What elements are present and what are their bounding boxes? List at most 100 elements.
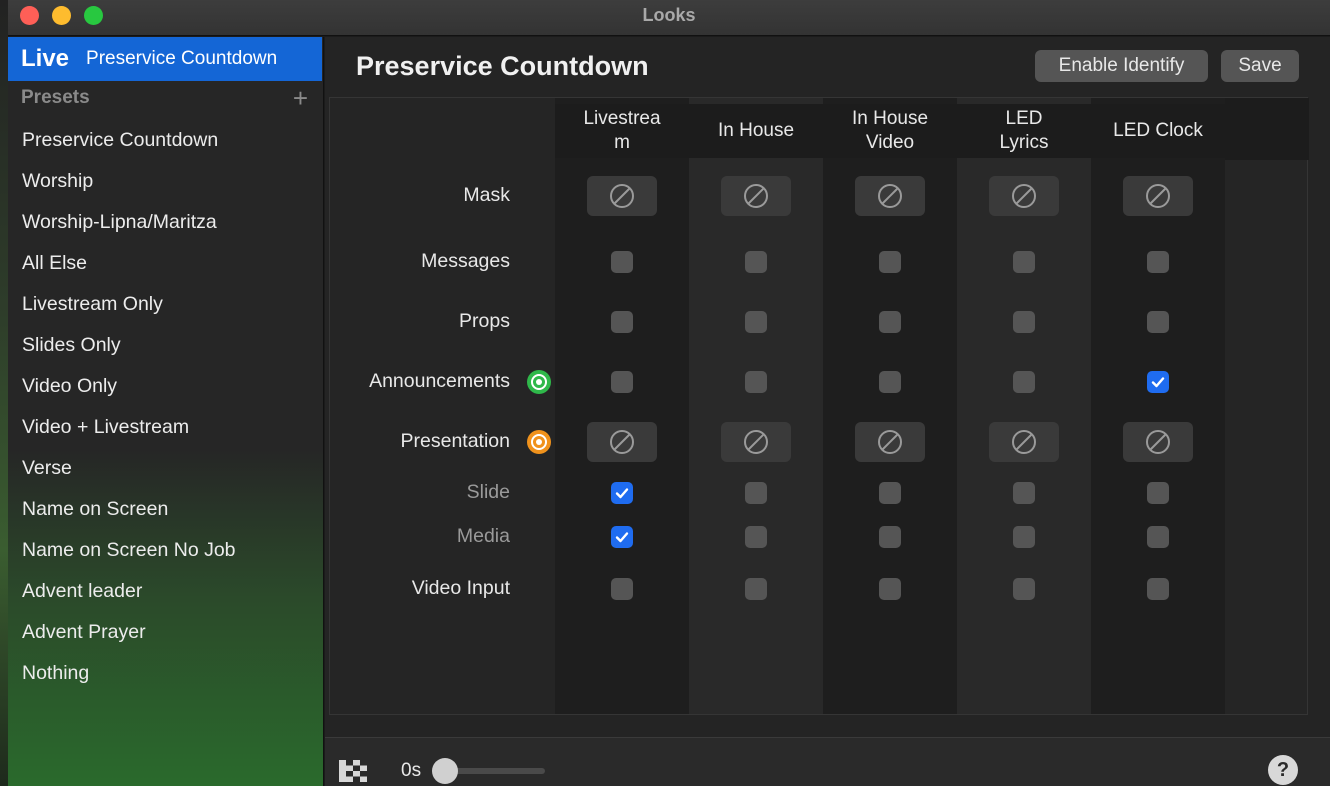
orange-layer-indicator-icon[interactable] — [527, 430, 551, 454]
layer-checkbox[interactable] — [1013, 371, 1035, 393]
layer-checkbox[interactable] — [1147, 526, 1169, 548]
column-header: In House — [689, 104, 823, 158]
layer-checkbox[interactable] — [611, 371, 633, 393]
column-header: In House Video — [823, 104, 957, 158]
none-icon — [744, 430, 768, 454]
layer-checkbox[interactable] — [879, 371, 901, 393]
preset-item[interactable]: Preservice Countdown — [8, 120, 322, 161]
sidebar: Live Preservice Countdown Presets + Pres… — [8, 37, 324, 786]
help-icon[interactable]: ? — [1268, 755, 1298, 785]
enable-identify-button[interactable]: Enable Identify — [1035, 50, 1208, 82]
none-icon — [1012, 184, 1036, 208]
layer-checkbox[interactable] — [879, 526, 901, 548]
layer-checkbox[interactable] — [1013, 578, 1035, 600]
none-icon — [878, 184, 902, 208]
none-selector-button[interactable] — [989, 176, 1059, 216]
column-header: LED Clock — [1091, 104, 1225, 158]
presets-header: Presets + — [8, 81, 322, 115]
preset-item[interactable]: Verse — [8, 448, 322, 489]
layer-checkbox[interactable] — [745, 482, 767, 504]
none-selector-button[interactable] — [855, 422, 925, 462]
transition-duration-label: 0s — [401, 760, 422, 781]
preset-item[interactable]: Advent leader — [8, 571, 322, 612]
layer-checkbox[interactable] — [611, 311, 633, 333]
live-look-bar[interactable]: Live Preservice Countdown — [8, 37, 322, 81]
layer-checkbox[interactable] — [611, 578, 633, 600]
preset-item[interactable]: Slides Only — [8, 325, 322, 366]
layer-checkbox[interactable] — [1147, 251, 1169, 273]
preset-list: Preservice Countdown Worship Worship-Lipna… — [8, 120, 322, 694]
layer-checkbox[interactable] — [745, 526, 767, 548]
layer-checkbox[interactable] — [879, 578, 901, 600]
plus-icon[interactable]: + — [293, 85, 308, 111]
main-panel: Preservice Countdown Enable Identify Sav… — [325, 37, 1330, 786]
layer-checkbox[interactable] — [611, 482, 633, 504]
column-header: LED Lyrics — [957, 104, 1091, 158]
layer-checkbox[interactable] — [611, 251, 633, 273]
green-layer-indicator-icon[interactable] — [527, 370, 551, 394]
none-selector-button[interactable] — [587, 176, 657, 216]
layer-checkbox[interactable] — [1013, 311, 1035, 333]
none-icon — [744, 184, 768, 208]
layer-checkbox[interactable] — [879, 251, 901, 273]
none-icon — [878, 430, 902, 454]
none-icon — [610, 430, 634, 454]
layer-checkbox[interactable] — [1147, 371, 1169, 393]
row-label: Messages — [421, 250, 510, 272]
live-current-look: Preservice Countdown — [86, 48, 278, 69]
column-header: Livestrea m — [555, 104, 689, 158]
none-selector-button[interactable] — [989, 422, 1059, 462]
none-selector-button[interactable] — [587, 422, 657, 462]
checkerboard-icon[interactable] — [339, 760, 367, 782]
none-icon — [610, 184, 634, 208]
background-app-edge — [0, 0, 8, 786]
preset-item[interactable]: Worship — [8, 161, 322, 202]
layer-checkbox[interactable] — [1147, 482, 1169, 504]
row-label: Slide — [466, 481, 510, 503]
none-selector-button[interactable] — [1123, 176, 1193, 216]
layer-checkbox[interactable] — [1013, 251, 1035, 273]
layer-checkbox[interactable] — [1147, 578, 1169, 600]
none-selector-button[interactable] — [855, 176, 925, 216]
none-selector-button[interactable] — [721, 176, 791, 216]
preset-item[interactable]: Livestream Only — [8, 284, 322, 325]
window-title: Looks — [642, 5, 696, 25]
layer-checkbox[interactable] — [879, 311, 901, 333]
preset-item[interactable]: Video Only — [8, 366, 322, 407]
preset-item[interactable]: Name on Screen — [8, 489, 322, 530]
layer-checkbox[interactable] — [1147, 311, 1169, 333]
title-bar: Looks — [8, 0, 1330, 36]
layer-checkbox[interactable] — [611, 526, 633, 548]
row-label: Props — [459, 310, 510, 332]
layer-checkbox[interactable] — [745, 371, 767, 393]
live-label: Live — [21, 45, 70, 72]
layer-checkbox[interactable] — [745, 251, 767, 273]
page-title: Preservice Countdown — [356, 51, 649, 81]
row-label: Video Input — [411, 577, 510, 599]
row-label: Media — [456, 525, 510, 547]
layer-checkbox[interactable] — [1013, 526, 1035, 548]
none-icon — [1146, 430, 1170, 454]
save-button[interactable]: Save — [1221, 50, 1299, 82]
none-icon — [1012, 430, 1036, 454]
row-label: Presentation — [400, 430, 511, 452]
layer-checkbox[interactable] — [745, 311, 767, 333]
preset-item[interactable]: Video + Livestream — [8, 407, 322, 448]
layer-checkbox[interactable] — [745, 578, 767, 600]
presets-label: Presets — [21, 87, 90, 108]
layer-checkbox[interactable] — [879, 482, 901, 504]
preset-item[interactable]: Nothing — [8, 653, 322, 694]
none-icon — [1146, 184, 1170, 208]
none-selector-button[interactable] — [721, 422, 791, 462]
row-label: Announcements — [369, 370, 510, 392]
none-selector-button[interactable] — [1123, 422, 1193, 462]
layer-checkbox[interactable] — [1013, 482, 1035, 504]
slider-knob[interactable] — [432, 758, 458, 784]
row-label: Mask — [463, 184, 510, 206]
preset-item[interactable]: Advent Prayer — [8, 612, 322, 653]
bottom-bar: 0s ? — [325, 737, 1330, 786]
looks-grid: Livestrea m In House In House Video LED Lyr… — [329, 97, 1309, 715]
preset-item[interactable]: Worship-Lipna/Maritza — [8, 202, 322, 243]
preset-item[interactable]: All Else — [8, 243, 322, 284]
preset-item[interactable]: Name on Screen No Job — [8, 530, 322, 571]
